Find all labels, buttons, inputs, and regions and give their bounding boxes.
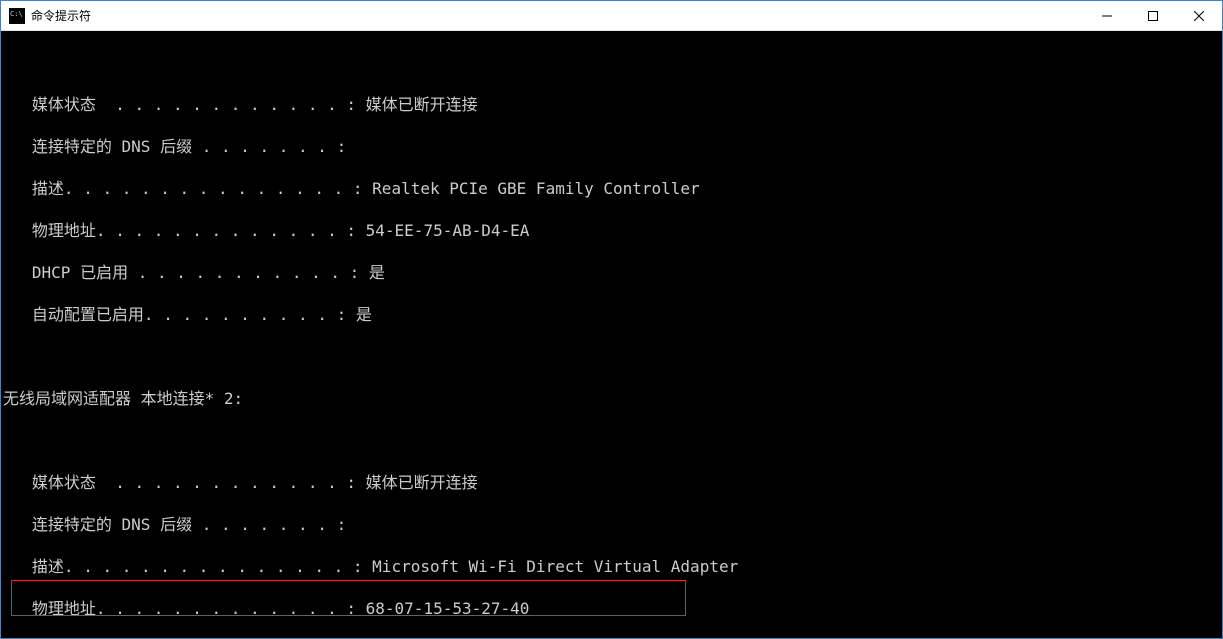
- window-title: 命令提示符: [31, 7, 1084, 24]
- output-line: 连接特定的 DNS 后缀 . . . . . . . :: [1, 514, 1222, 535]
- section-header: 无线局域网适配器 本地连接* 2:: [1, 388, 1222, 409]
- output-line: 描述. . . . . . . . . . . . . . . : Micros…: [1, 556, 1222, 577]
- cmd-icon: [9, 8, 25, 24]
- maximize-button[interactable]: [1130, 1, 1176, 30]
- output-line: 媒体状态 . . . . . . . . . . . . : 媒体已断开连接: [1, 94, 1222, 115]
- output-line: DHCP 已启用 . . . . . . . . . . . : 是: [1, 262, 1222, 283]
- close-button[interactable]: [1176, 1, 1222, 30]
- output-line: 物理地址. . . . . . . . . . . . . : 54-EE-75…: [1, 220, 1222, 241]
- output-line: 媒体状态 . . . . . . . . . . . . : 媒体已断开连接: [1, 472, 1222, 493]
- blank-line: [1, 430, 1222, 451]
- output-line: 物理地址. . . . . . . . . . . . . : 68-07-15…: [1, 598, 1222, 619]
- blank-line: [1, 52, 1222, 73]
- output-line: 自动配置已启用. . . . . . . . . . : 是: [1, 304, 1222, 325]
- output-line: 描述. . . . . . . . . . . . . . . : Realte…: [1, 178, 1222, 199]
- titlebar: 命令提示符: [1, 1, 1222, 31]
- command-prompt-window: 命令提示符 媒体状态 . . . . . . . . . . . . : 媒体已…: [0, 0, 1223, 639]
- blank-line: [1, 346, 1222, 367]
- output-line: 连接特定的 DNS 后缀 . . . . . . . :: [1, 136, 1222, 157]
- minimize-button[interactable]: [1084, 1, 1130, 30]
- terminal-output[interactable]: 媒体状态 . . . . . . . . . . . . : 媒体已断开连接 连…: [1, 31, 1222, 638]
- window-controls: [1084, 1, 1222, 30]
